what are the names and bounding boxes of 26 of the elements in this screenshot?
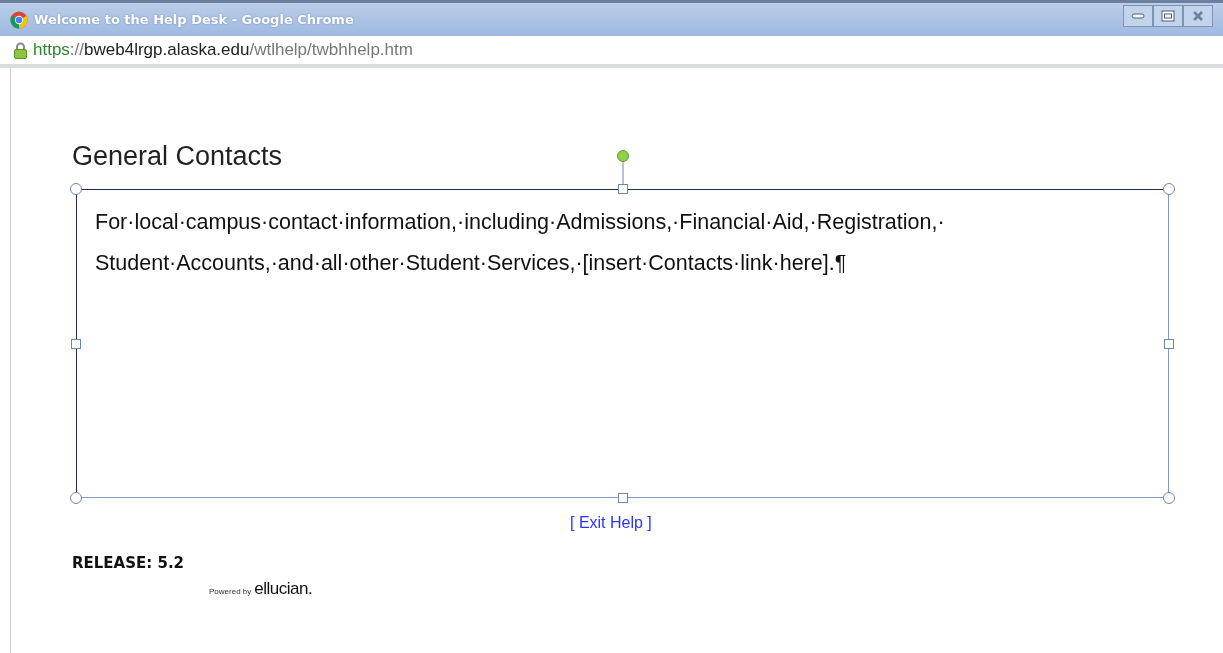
- side-resize-handle[interactable]: [617, 493, 628, 503]
- text-box[interactable]: For·local·campus·contact·information,·including·Admissions,·Financial·Aid,·Registration,· Student·Accounts,·and·all·other·Student·Services,·[insert·Contacts·link·here].¶: [76, 189, 1169, 498]
- corner-resize-handle[interactable]: [1163, 183, 1175, 195]
- lock-icon: [14, 41, 27, 59]
- browser-logo-icon: [10, 11, 28, 30]
- window-title: Welcome to the Help Desk - Google Chrome: [34, 10, 354, 29]
- minimize-icon: [1131, 12, 1145, 20]
- page-heading: General Contacts: [72, 140, 283, 173]
- powered-by-text: Powered by: [209, 586, 252, 598]
- side-resize-handle[interactable]: [71, 338, 81, 349]
- corner-resize-handle[interactable]: [70, 492, 82, 504]
- release-label: RELEASE: 5.2: [72, 553, 185, 574]
- close-button[interactable]: [1183, 5, 1213, 27]
- side-resize-handle[interactable]: [1164, 338, 1174, 349]
- maximize-icon: [1161, 10, 1175, 22]
- rotation-handle[interactable]: [615, 149, 630, 185]
- exit-help-link[interactable]: [ Exit Help ]: [570, 511, 652, 535]
- maximize-button[interactable]: [1153, 5, 1183, 27]
- side-resize-handle[interactable]: [617, 184, 628, 194]
- corner-resize-handle[interactable]: [1163, 492, 1175, 504]
- minimize-button[interactable]: [1123, 5, 1153, 27]
- brand-logo-text: ellucian.: [254, 578, 313, 600]
- text-box-paragraph: For·local·campus·contact·information,·including·Admissions,·Financial·Aid,·Registration,· Student·Accounts,·and·all·other·Student·Services,·[insert·Contacts·link·here].¶: [94, 209, 946, 277]
- close-icon: [1192, 10, 1204, 22]
- corner-resize-handle[interactable]: [70, 183, 82, 195]
- address-bar[interactable]: https://bweb4lrgp.alaska.edu/wtlhelp/twbhhelp.htm: [33, 37, 413, 63]
